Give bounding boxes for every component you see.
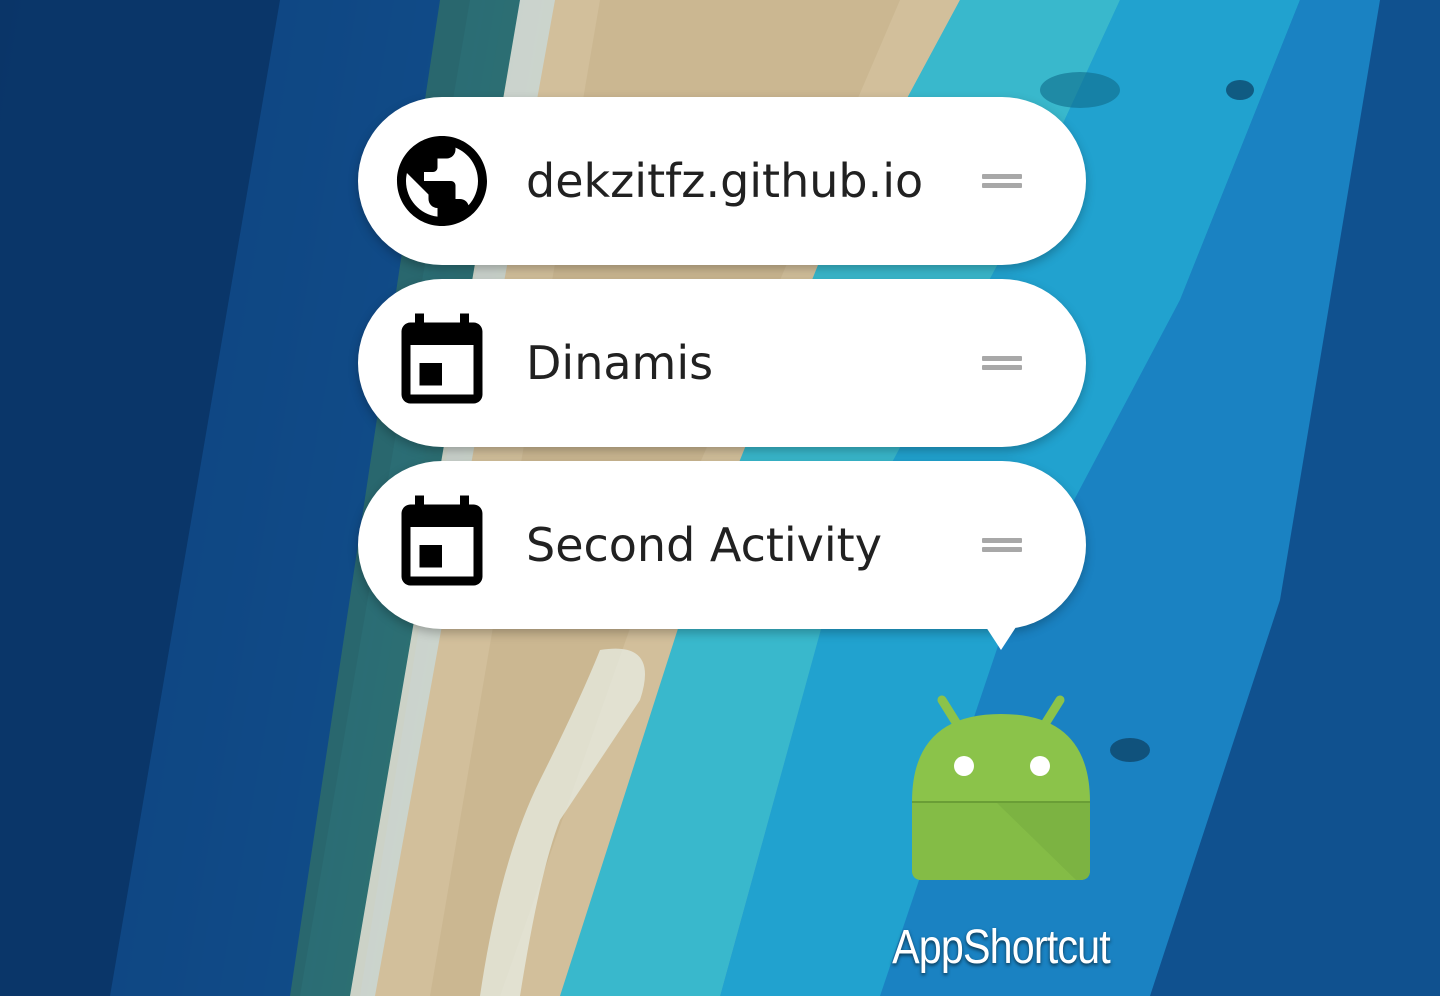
drag-handle-icon[interactable] [982,353,1022,373]
shortcut-label-website: dekzitfz.github.io [526,154,924,208]
shortcut-label-dinamis: Dinamis [526,336,714,390]
calendar-icon [401,495,483,586]
shortcut-item-second-activity[interactable]: Second Activity [358,461,1086,629]
shortcut-label-second-activity: Second Activity [526,518,882,572]
shortcuts-popup: dekzitfz.github.io Dinamis Second Activi… [358,97,1086,629]
drag-handle-icon[interactable] [982,171,1022,191]
android-icon[interactable] [906,692,1096,888]
shortcut-item-website[interactable]: dekzitfz.github.io [358,97,1086,265]
shortcut-item-dinamis[interactable]: Dinamis [358,279,1086,447]
popup-pointer [984,624,1018,650]
drag-handle-icon[interactable] [982,535,1022,555]
globe-icon [397,136,487,226]
calendar-icon [401,313,483,404]
app-label[interactable]: AppShortcut [880,920,1123,975]
